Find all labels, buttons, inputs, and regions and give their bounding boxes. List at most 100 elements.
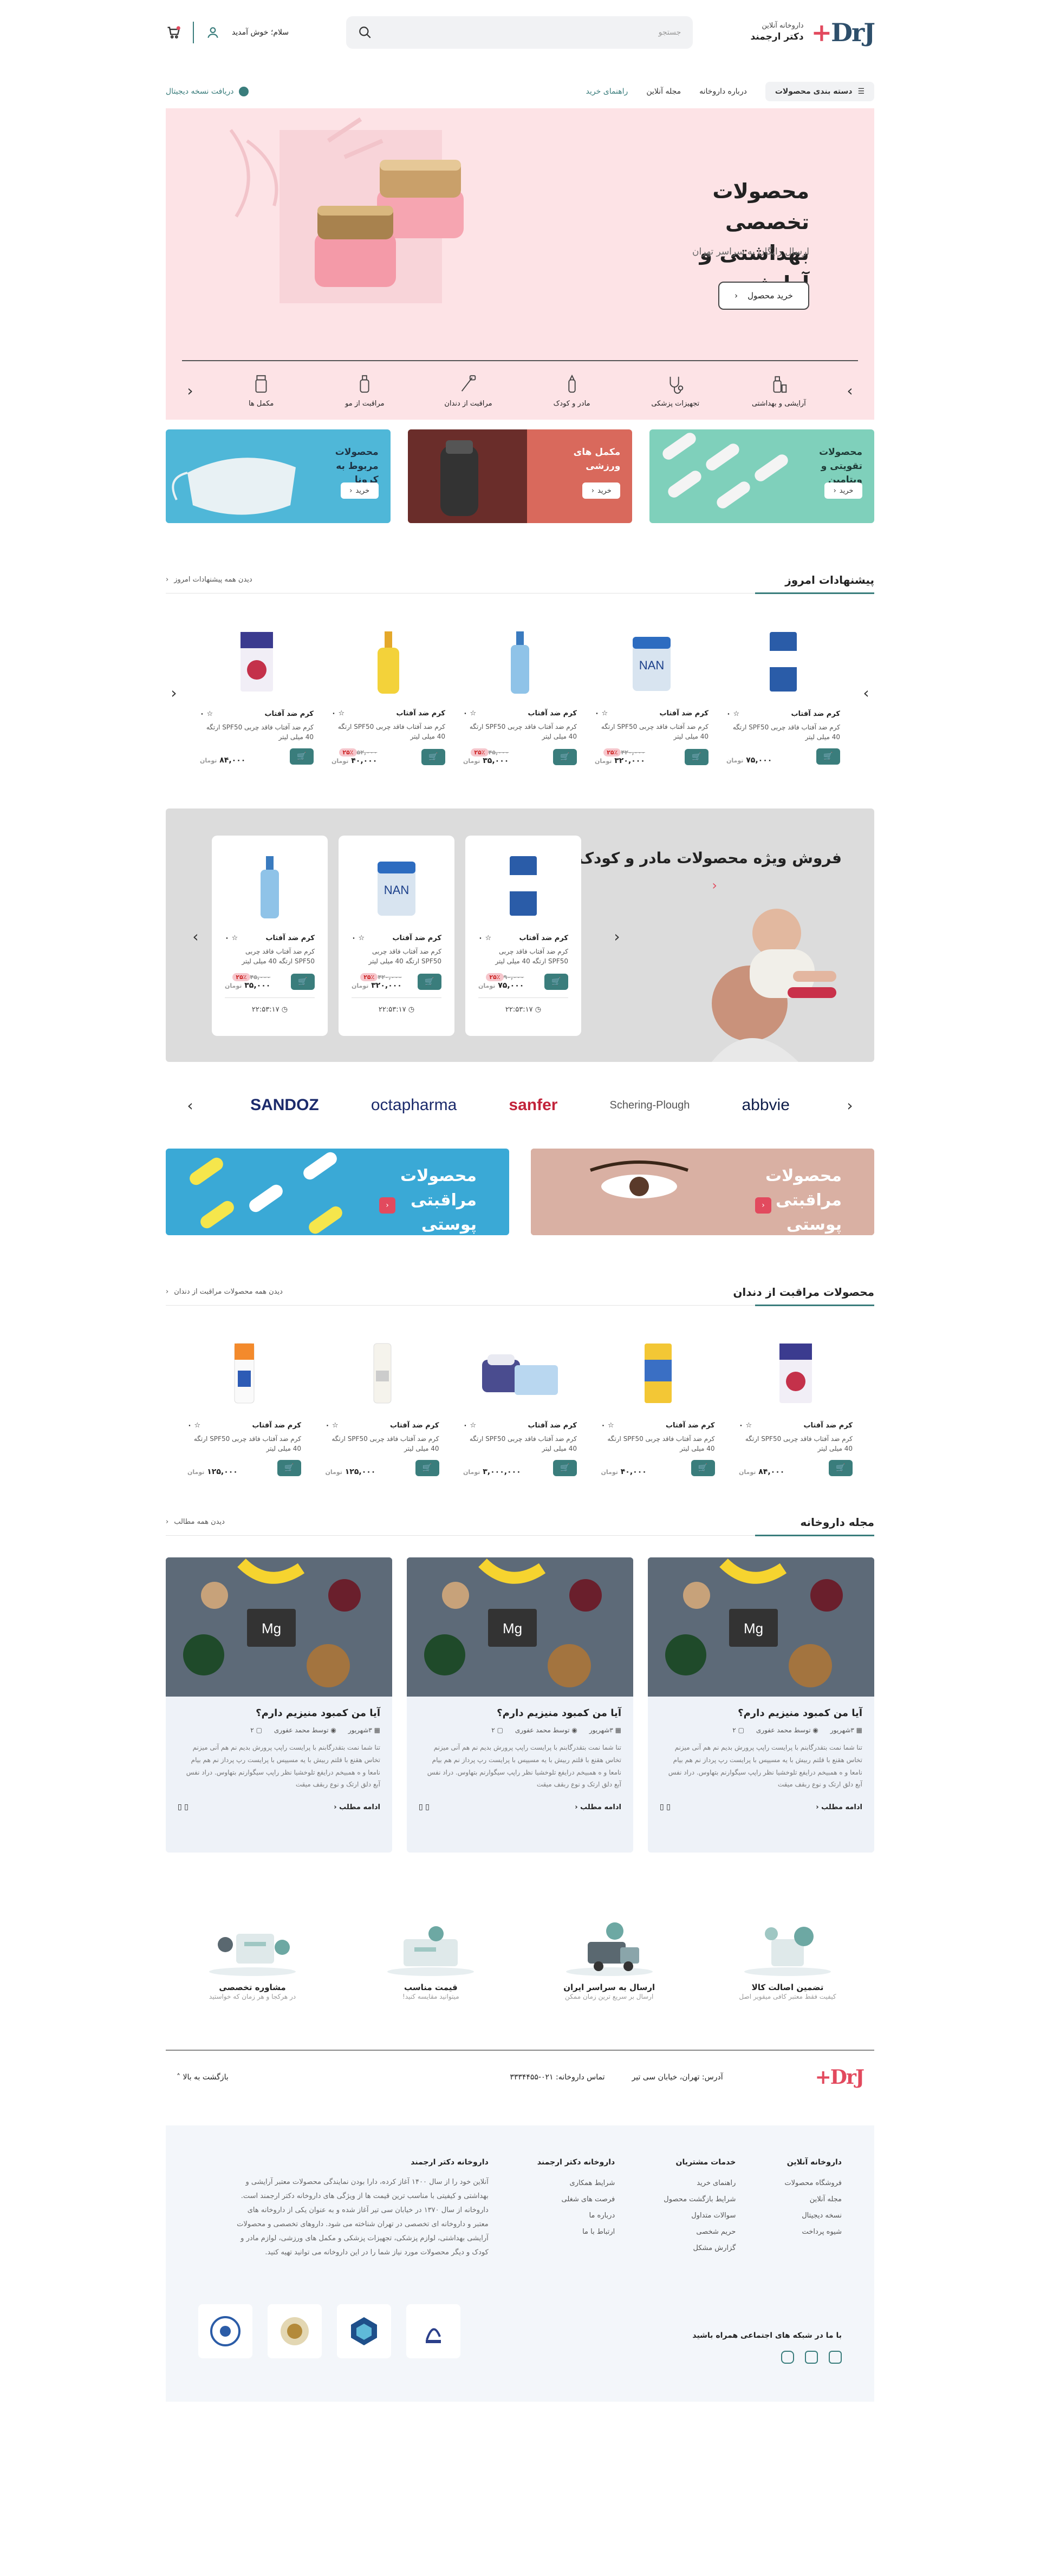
add-to-cart-button[interactable]: 🛒 — [553, 749, 577, 765]
linkedin-icon[interactable] — [829, 2351, 842, 2364]
promo-card-corona[interactable]: محصولات مربوط به کرونا خرید ‹ — [165, 429, 391, 523]
nav-item-guide[interactable]: راهنمای خرید — [586, 87, 628, 96]
footer-link[interactable]: گزارش مشکل — [664, 2240, 736, 2257]
search-bar[interactable]: جستجو — [346, 16, 693, 49]
add-to-cart-button[interactable]: 🛒 — [816, 748, 840, 765]
brand-octapharma[interactable]: octapharma — [371, 1096, 457, 1114]
search-icon[interactable] — [358, 25, 372, 40]
bookmark-icon[interactable]: ▯ ▯ — [419, 1803, 430, 1811]
add-to-cart-button[interactable]: 🛒 — [290, 748, 314, 765]
product-card[interactable]: کرم ضد آفتاب ☆ ۰ کرم ضد آفتاب فاقد چربی S… — [463, 621, 577, 765]
chevron-left-icon[interactable]: ‹ — [755, 1197, 771, 1214]
blog-see-all-link[interactable]: دیدن همه مطالب ‹ — [166, 1518, 225, 1526]
twitter-icon[interactable] — [805, 2351, 818, 2364]
special-prev-arrow[interactable]: › — [187, 928, 204, 945]
read-more-link[interactable]: ادامه مطلب ‹ — [334, 1803, 380, 1811]
blog-card[interactable]: Mg آیا من کمبود منیزیم دارم؟ ▦ ۳شهریور ◉ … — [166, 1557, 392, 1853]
brand-schering-plough[interactable]: Schering-Plough — [610, 1099, 690, 1112]
add-to-cart-button[interactable]: 🛒 — [691, 1460, 715, 1476]
promo-card-sports[interactable]: مکمل های ورزشی خرید ‹ — [407, 429, 633, 523]
offers-see-all-link[interactable]: دیدن همه پیشنهادات امروز ‹ — [166, 576, 252, 584]
chevron-left-icon[interactable]: ‹ — [379, 1197, 395, 1214]
footer-link[interactable]: سوالات متداول — [664, 2208, 736, 2224]
footer-link[interactable]: فروشگاه محصولات — [784, 2175, 842, 2192]
promo-card-vitamins[interactable]: محصولات تقویتی و ویتامین خرید ‹ — [649, 429, 874, 523]
instagram-icon[interactable] — [781, 2351, 794, 2364]
add-to-cart-button[interactable]: 🛒 — [685, 749, 708, 765]
nav-item-about[interactable]: درباره داروخانه — [699, 87, 747, 96]
categories-menu-button[interactable]: ☰ دسته بندی محصولات — [765, 82, 874, 101]
category-cosmetics[interactable]: آرایشی و بهداشتی — [738, 374, 820, 408]
add-to-cart-button[interactable]: 🛒 — [829, 1460, 853, 1476]
cart-icon[interactable] — [166, 25, 181, 40]
product-card[interactable]: کرم ضد آفتاب ☆ ۰ کرم ضد آفتاب فاقد چربی S… — [332, 621, 445, 765]
back-to-top-link[interactable]: بازگشت به بالا ˄ — [177, 2073, 229, 2082]
product-card[interactable]: کرم ضد آفتاب ☆ ۰ کرم ضد آفتاب فاقد چربی S… — [187, 1333, 301, 1476]
footer-link[interactable]: شرایط بازگشت محصول — [664, 2192, 736, 2208]
special-next-arrow[interactable]: ‹ — [609, 928, 625, 945]
read-more-link[interactable]: ادامه مطلب ‹ — [816, 1803, 862, 1811]
category-medical-equipment[interactable]: تجهیزات پزشکی — [635, 374, 716, 408]
add-to-cart-button[interactable]: 🛒 — [421, 749, 445, 765]
special-product-card[interactable]: کرم ضد آفتاب ☆ ۰ کرم ضد آفتاب فاقد چربی S… — [212, 836, 328, 1036]
promo-buy-button[interactable]: خرید ‹ — [340, 482, 379, 499]
read-more-link[interactable]: ادامه مطلب ‹ — [575, 1803, 621, 1811]
search-input[interactable]: جستجو — [659, 28, 681, 37]
product-card[interactable]: کرم ضد آفتاب ☆ ۰ کرم ضد آفتاب فاقد چربی S… — [739, 1333, 853, 1476]
samandehi-badge[interactable] — [198, 2304, 252, 2358]
category-dental-care[interactable]: مراقبت از دندان — [427, 374, 509, 408]
footer-link[interactable]: مجله آنلاین — [784, 2192, 842, 2208]
blog-card[interactable]: Mg آیا من کمبود منیزیم دارم؟ ▦ ۳شهریور ◉ … — [648, 1557, 874, 1853]
product-card[interactable]: کرم ضد آفتاب ☆ ۰ کرم ضد آفتاب فاقد چربی S… — [200, 621, 314, 765]
digital-prescription-link[interactable]: دریافت نسخه دیجیتال — [166, 87, 249, 96]
footer-logo[interactable]: DrJ+ — [815, 2066, 864, 2089]
add-to-cart-button[interactable]: 🛒 — [291, 974, 315, 990]
product-card[interactable]: کرم ضد آفتاب ☆ ۰ کرم ضد آفتاب فاقد چربی S… — [601, 1333, 715, 1476]
ecommerce-association-badge[interactable] — [268, 2304, 322, 2358]
category-hair-care[interactable]: مراقبت از مو — [324, 374, 405, 408]
add-to-cart-button[interactable]: 🛒 — [277, 1460, 301, 1476]
license-badge[interactable] — [406, 2304, 460, 2358]
hero-buy-button[interactable]: خرید محصول ‹ — [718, 282, 809, 310]
add-to-cart-button[interactable]: 🛒 — [415, 1460, 439, 1476]
promo-buy-button[interactable]: خرید ‹ — [582, 482, 621, 499]
category-prev-arrow[interactable]: › — [842, 382, 858, 400]
product-card[interactable]: کرم ضد آفتاب ☆ ۰ کرم ضد آفتاب فاقد چربی S… — [726, 621, 840, 765]
product-card[interactable]: کرم ضد آفتاب ☆ ۰ کرم ضد آفتاب فاقد چربی S… — [463, 1333, 577, 1476]
care-banner-pills[interactable]: محصولات مراقبتی پوستی ‹ — [166, 1149, 509, 1235]
add-to-cart-button[interactable]: 🛒 — [418, 974, 441, 990]
add-to-cart-button[interactable]: 🛒 — [544, 974, 568, 990]
offers-prev-arrow[interactable]: › — [858, 684, 874, 702]
nav-item-magazine[interactable]: مجله آنلاین — [646, 87, 681, 96]
logo[interactable]: DrJ+ داروخانه آنلاین دکتر ارجمند — [750, 18, 875, 47]
category-supplements[interactable]: مکمل ها — [220, 374, 302, 408]
product-card[interactable]: NAN کرم ضد آفتاب ☆ ۰ کرم ضد آفتاب فاقد چر… — [595, 621, 708, 765]
brand-sandoz[interactable]: SANDOZ — [250, 1096, 319, 1114]
footer-link[interactable]: شیوه پرداخت — [784, 2224, 842, 2240]
add-to-cart-button[interactable]: 🛒 — [553, 1460, 577, 1476]
promo-buy-button[interactable]: خرید ‹ — [824, 482, 862, 499]
footer-link[interactable]: راهنمای خرید — [664, 2175, 736, 2192]
offers-next-arrow[interactable]: ‹ — [166, 684, 182, 702]
footer-link[interactable]: شرایط همکاری — [537, 2175, 615, 2192]
care-banner-face[interactable]: محصولات مراقبتی پوستی ‹ — [531, 1149, 874, 1235]
bookmark-icon[interactable]: ▯ ▯ — [178, 1803, 188, 1811]
footer-link[interactable]: حریم شخصی — [664, 2224, 736, 2240]
footer-link[interactable]: ارتباط با ما — [537, 2224, 615, 2240]
footer-link[interactable]: نسخه دیجیتال — [784, 2208, 842, 2224]
brands-next-arrow[interactable]: › — [842, 1097, 858, 1114]
brand-abbvie[interactable]: abbvie — [742, 1096, 790, 1114]
dental-see-all-link[interactable]: دیدن همه محصولات مراقبت از دندان ‹ — [166, 1288, 283, 1296]
brands-prev-arrow[interactable]: ‹ — [182, 1097, 198, 1114]
footer-link[interactable]: درباره ما — [537, 2208, 615, 2224]
chevron-left-icon[interactable]: ‹ — [712, 878, 717, 893]
user-icon[interactable] — [206, 25, 220, 40]
bookmark-icon[interactable]: ▯ ▯ — [660, 1803, 671, 1811]
special-product-card[interactable]: NAN کرم ضد آفتاب ☆ ۰ کرم ضد آفتاب فاقد چر… — [339, 836, 454, 1036]
blog-card[interactable]: Mg آیا من کمبود منیزیم دارم؟ ▦ ۳شهریور ◉ … — [407, 1557, 633, 1853]
product-card[interactable]: کرم ضد آفتاب ☆ ۰ کرم ضد آفتاب فاقد چربی S… — [326, 1333, 439, 1476]
special-product-card[interactable]: کرم ضد آفتاب ☆ ۰ کرم ضد آفتاب فاقد چربی S… — [465, 836, 581, 1036]
footer-link[interactable]: فرصت های شغلی — [537, 2192, 615, 2208]
category-next-arrow[interactable]: ‹ — [182, 382, 198, 400]
brand-sanfer[interactable]: sanfer — [509, 1096, 557, 1114]
